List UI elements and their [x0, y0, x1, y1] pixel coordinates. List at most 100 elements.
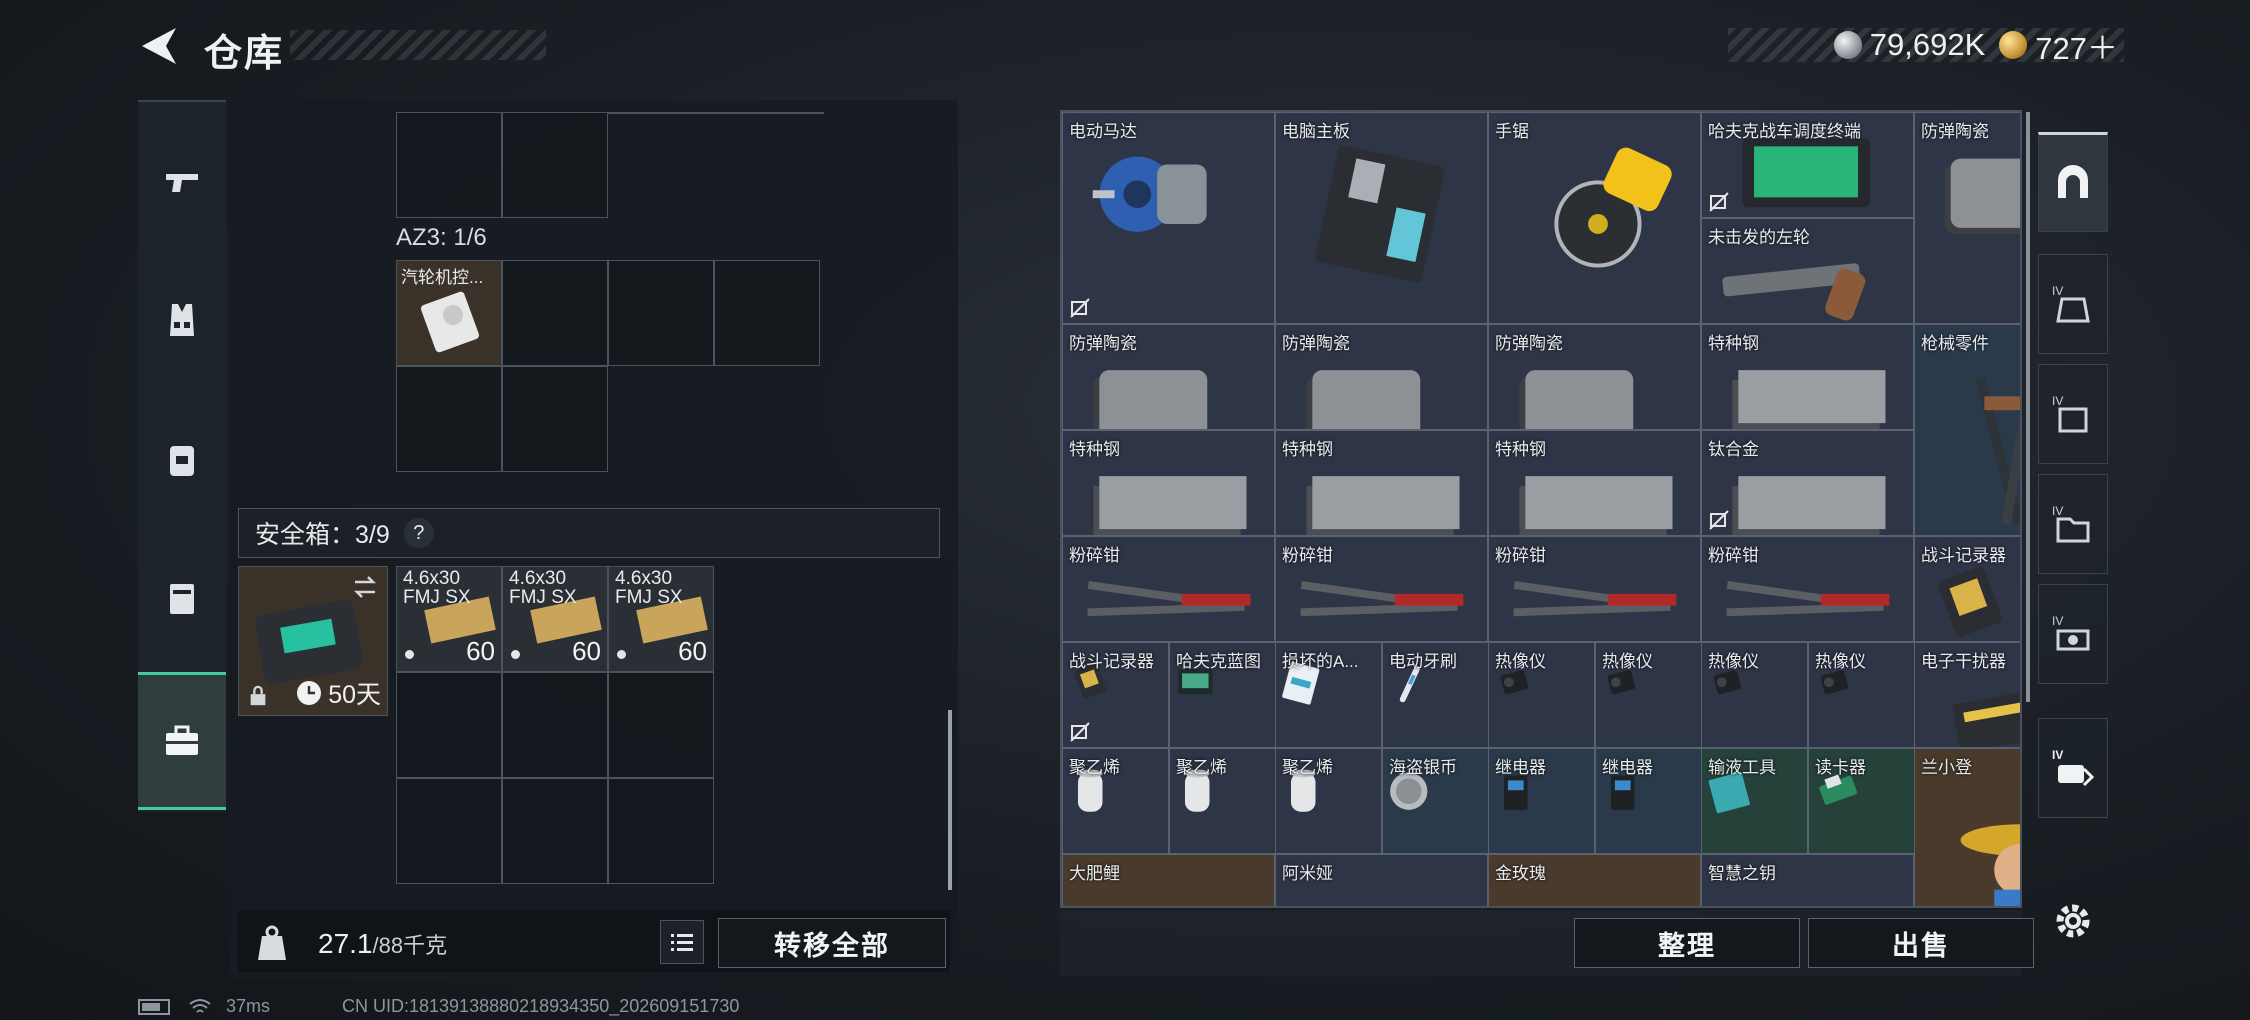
sidenav-backpack[interactable] — [138, 400, 226, 520]
sell-button[interactable]: 出售 — [1808, 918, 2034, 968]
item-name: 特种钢 — [1708, 334, 1759, 353]
grid-slot[interactable] — [714, 260, 820, 366]
inventory-item[interactable]: 读卡器 — [1808, 748, 1915, 854]
item-name: 聚乙烯 — [1282, 758, 1333, 777]
grid-slot[interactable] — [608, 672, 714, 778]
rightnav-tier4-bag[interactable]: IV — [2038, 364, 2108, 464]
svg-text:IV: IV — [2052, 748, 2063, 762]
list-view-button[interactable] — [660, 920, 704, 964]
settings-button[interactable] — [2050, 898, 2096, 944]
inventory-item[interactable]: 聚乙烯 — [1169, 748, 1276, 854]
inventory-item[interactable]: 损坏的A... — [1275, 642, 1382, 748]
title-stripe — [290, 30, 546, 60]
grid-slot[interactable] — [608, 260, 714, 366]
grid-slot[interactable] — [608, 778, 714, 884]
inventory-item[interactable]: 防弹陶瓷 — [1275, 324, 1488, 430]
inventory-item[interactable]: 防弹陶瓷 — [1914, 112, 2020, 324]
inventory-item[interactable]: 兰小登 — [1914, 748, 2020, 906]
inventory-item[interactable]: 特种钢 — [1062, 430, 1275, 536]
grid-slot[interactable] — [502, 672, 608, 778]
grid-slot[interactable] — [502, 778, 608, 884]
inventory-item[interactable]: 钛合金 — [1701, 430, 1914, 536]
inventory-item[interactable]: 继电器 — [1595, 748, 1702, 854]
item-name: 损坏的A... — [1282, 652, 1359, 671]
ammo-slot[interactable]: 4.6x30 FMJ SX 60 — [396, 566, 502, 672]
rightnav-tier4-ticket[interactable]: IV — [2038, 718, 2108, 818]
inventory-item[interactable]: 电动马达 — [1062, 112, 1275, 324]
weight-lock-button[interactable] — [248, 920, 296, 968]
inventory-item[interactable]: 枪械零件 — [1914, 324, 2020, 536]
swap-icon[interactable] — [351, 573, 379, 601]
back-arrow-icon — [142, 28, 176, 64]
inventory-item[interactable]: 哈夫克蓝图 — [1169, 642, 1276, 748]
sidenav-safebox[interactable] — [138, 672, 226, 810]
inventory-item[interactable]: 金玫瑰 — [1488, 854, 1701, 906]
inventory-item[interactable]: 电脑主板 — [1275, 112, 1488, 324]
rightnav-stash[interactable] — [2038, 132, 2108, 232]
inventory-item[interactable]: 阿米娅 — [1275, 854, 1488, 906]
inventory-scrollbar[interactable] — [2026, 112, 2030, 702]
inventory-item[interactable]: 粉碎钳 — [1488, 536, 1701, 642]
ammo-count: 60 — [678, 636, 707, 666]
left-scrollbar[interactable] — [948, 710, 952, 890]
inventory-item[interactable]: 特种钢 — [1701, 324, 1914, 430]
clock-icon — [297, 681, 322, 705]
untradable-icon — [1070, 722, 1090, 742]
inventory-item[interactable]: 电动牙刷 — [1382, 642, 1489, 748]
inventory-item[interactable]: 防弹陶瓷 — [1488, 324, 1701, 430]
back-button[interactable] — [138, 24, 178, 68]
item-name: 智慧之钥 — [1708, 864, 1776, 883]
inventory-item[interactable]: 防弹陶瓷 — [1062, 324, 1275, 430]
inventory-item[interactable]: 手锯 — [1488, 112, 1701, 324]
ammo-slot[interactable]: 4.6x30 FMJ SX 60 — [608, 566, 714, 672]
rightnav-tier4-armor[interactable]: IV — [2038, 254, 2108, 354]
inventory-item[interactable]: 战斗记录器 — [1062, 642, 1169, 748]
inventory-item[interactable]: 热像仪 — [1701, 642, 1808, 748]
inventory-item[interactable]: 粉碎钳 — [1275, 536, 1488, 642]
rightnav-tier4-folder[interactable]: IV — [2038, 474, 2108, 574]
inventory-item[interactable]: 输液工具 — [1701, 748, 1808, 854]
inventory-item[interactable]: 聚乙烯 — [1062, 748, 1169, 854]
inventory-item[interactable]: 海盗银币 — [1382, 748, 1489, 854]
az3-item-slot[interactable]: 汽轮机控... — [396, 260, 502, 366]
inventory-item[interactable]: 聚乙烯 — [1275, 748, 1382, 854]
inventory-item[interactable]: 电子干扰器 — [1914, 642, 2020, 748]
inventory-item[interactable]: 特种钢 — [1275, 430, 1488, 536]
transfer-all-button[interactable]: 转移全部 — [718, 918, 946, 968]
inventory-item[interactable]: 未击发的左轮 — [1701, 218, 1914, 324]
grid-slot[interactable] — [396, 672, 502, 778]
sidenav-weapon[interactable] — [138, 122, 226, 242]
inventory-item[interactable]: 粉碎钳 — [1062, 536, 1275, 642]
inventory-item[interactable]: 热像仪 — [1488, 642, 1595, 748]
help-button[interactable]: ? — [403, 518, 434, 548]
item-name: 热像仪 — [1602, 652, 1653, 671]
grid-slot[interactable] — [502, 260, 608, 366]
grid-slot[interactable] — [396, 112, 502, 218]
inventory-item[interactable]: 特种钢 — [1488, 430, 1701, 536]
sidenav-vest[interactable] — [138, 260, 226, 380]
sidenav-rig[interactable] — [138, 538, 226, 658]
gunparts-icon — [1975, 376, 2020, 525]
currency-bar: 79,692K 727＋ — [1728, 27, 2124, 66]
inventory-item[interactable]: 粉碎钳 — [1701, 536, 1914, 642]
ammo-slot[interactable]: 4.6x30 FMJ SX 60 — [502, 566, 608, 672]
inventory-item[interactable]: 大肥鲤 — [1062, 854, 1275, 906]
grid-slot[interactable] — [502, 366, 608, 472]
rightnav-tier4-gear[interactable]: IV — [2038, 584, 2108, 684]
silver-currency[interactable]: 79,692K — [1833, 27, 1985, 63]
grid-slot[interactable] — [396, 366, 502, 472]
inventory-item[interactable]: 热像仪 — [1595, 642, 1702, 748]
inventory-item[interactable]: 热像仪 — [1808, 642, 1915, 748]
safebox-slot[interactable]: 50天 — [238, 566, 388, 716]
grid-slot[interactable] — [502, 112, 608, 218]
arrange-button[interactable]: 整理 — [1574, 918, 1800, 968]
inventory-item[interactable]: 哈夫克战车调度终端 — [1701, 112, 1914, 218]
gold-currency[interactable]: 727＋ — [1999, 23, 2118, 68]
motor-icon — [1092, 156, 1207, 232]
inventory-item[interactable]: 智慧之钥 — [1701, 854, 1914, 906]
battery-icon — [138, 998, 170, 1015]
item-name: 特种钢 — [1495, 440, 1546, 459]
inventory-item[interactable]: 继电器 — [1488, 748, 1595, 854]
grid-slot[interactable] — [396, 778, 502, 884]
inventory-item[interactable]: 战斗记录器 — [1914, 536, 2020, 642]
